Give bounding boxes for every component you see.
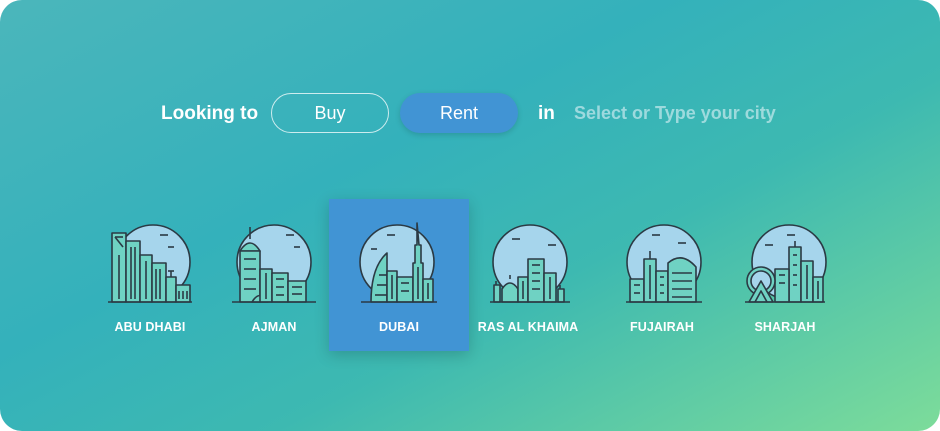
looking-to-label: Looking to [161, 103, 259, 124]
ras-al-khaima-skyline-icon [490, 224, 570, 303]
dubai-skyline-icon [359, 222, 437, 303]
in-label: in [538, 103, 555, 124]
city-item-dubai[interactable]: DUBAI [329, 199, 469, 351]
city-label: DUBAI [378, 320, 420, 334]
city-label: AJMAN [251, 320, 297, 334]
rent-button[interactable]: Rent [400, 93, 518, 133]
city-item-ras-al-khaima[interactable]: RAS AL KHAIMA [458, 199, 598, 351]
search-row: Looking to Buy Rent in [0, 92, 940, 134]
search-card: Looking to Buy Rent in Select or Type yo… [0, 0, 940, 431]
sharjah-skyline-icon [745, 224, 827, 303]
city-item-abu-dhabi[interactable]: ABU DHABI [80, 199, 220, 351]
city-label: FUJAIRAH [630, 320, 694, 334]
city-list: ABU DHABI AJMAN DUBAI RAS AL KHAIMA FUJA… [0, 199, 940, 351]
city-item-sharjah[interactable]: SHARJAH [715, 199, 855, 351]
city-search-input[interactable] [574, 97, 834, 129]
buy-button[interactable]: Buy [271, 93, 389, 133]
ajman-skyline-icon [232, 224, 316, 303]
city-item-ajman[interactable]: AJMAN [204, 199, 344, 351]
city-label: RAS AL KHAIMA [477, 320, 579, 334]
fujairah-skyline-icon [626, 224, 702, 303]
abu-dhabi-skyline-icon [108, 224, 192, 303]
city-label: ABU DHABI [114, 320, 186, 334]
city-item-fujairah[interactable]: FUJAIRAH [592, 199, 732, 351]
city-label: SHARJAH [754, 320, 816, 334]
